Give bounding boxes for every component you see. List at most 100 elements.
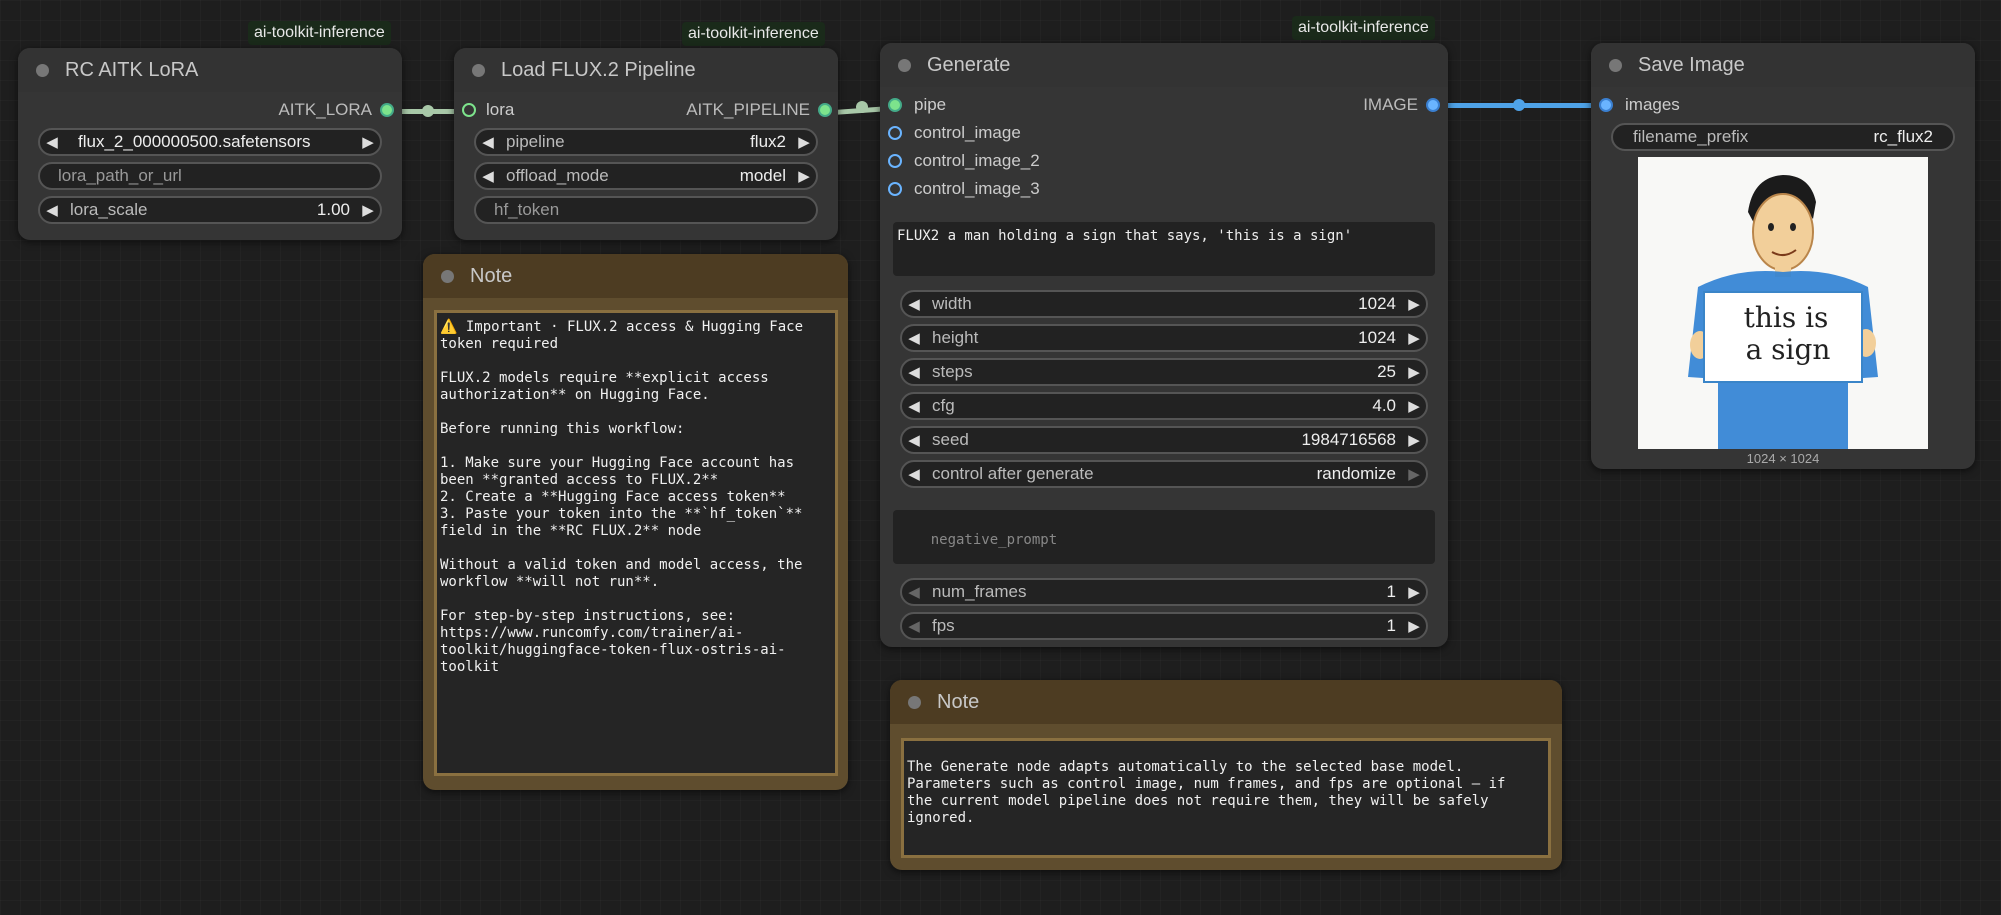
note-node-2[interactable]: Note The Generate node adapts automatica… xyxy=(890,680,1562,870)
input-dot-icon[interactable] xyxy=(888,126,902,140)
input-control-image[interactable]: control_image xyxy=(888,123,1021,143)
offload-select[interactable]: ◀ offload_mode model ▶ xyxy=(474,162,818,190)
steps-widget[interactable]: ◀ steps 25 ▶ xyxy=(900,358,1428,386)
input-pipe[interactable]: pipe xyxy=(888,95,946,115)
height-widget[interactable]: ◀ height 1024 ▶ xyxy=(900,324,1428,352)
num-frames-label: num_frames xyxy=(932,582,1027,601)
right-arrow-icon[interactable]: ▶ xyxy=(1402,431,1426,449)
note-1-title: Note xyxy=(470,264,513,287)
lora-file-select[interactable]: ◀ flux_2_000000500.safetensors ▶ xyxy=(38,128,382,156)
input-control-image-2[interactable]: control_image_2 xyxy=(888,151,1040,171)
left-arrow-icon[interactable]: ◀ xyxy=(902,329,926,347)
lora-scale-widget[interactable]: ◀ lora_scale 1.00 ▶ xyxy=(38,196,382,224)
collapse-dot-icon[interactable] xyxy=(441,269,454,283)
control-after-generate-value: randomize xyxy=(1316,464,1396,483)
cfg-widget[interactable]: ◀ cfg 4.0 ▶ xyxy=(900,392,1428,420)
right-arrow-icon[interactable]: ▶ xyxy=(1402,397,1426,415)
lora-node-header[interactable]: RC AITK LoRA xyxy=(18,48,402,92)
seed-widget[interactable]: ◀ seed 1984716568 ▶ xyxy=(900,426,1428,454)
collapse-dot-icon[interactable] xyxy=(1609,58,1622,72)
input-dot-icon[interactable] xyxy=(462,103,476,117)
save-image-header[interactable]: Save Image xyxy=(1591,43,1975,87)
input-dot-icon[interactable] xyxy=(888,98,902,112)
save-image-node[interactable]: Save Image images filename_prefix rc_flu… xyxy=(1591,43,1975,469)
pipeline-node[interactable]: Load FLUX.2 Pipeline lora AITK_PIPELINE … xyxy=(454,48,838,240)
note-1-header[interactable]: Note xyxy=(423,254,848,298)
left-arrow-icon[interactable]: ◀ xyxy=(902,363,926,381)
right-arrow-icon[interactable]: ▶ xyxy=(1402,465,1426,483)
negative-prompt-textarea[interactable]: negative_prompt xyxy=(893,510,1435,564)
collapse-dot-icon[interactable] xyxy=(36,63,49,77)
link-lora-reroute[interactable] xyxy=(422,105,434,117)
link-pipeline-reroute[interactable] xyxy=(856,101,868,113)
input-dot-icon[interactable] xyxy=(1599,98,1613,112)
left-arrow-icon[interactable]: ◀ xyxy=(40,201,64,219)
output-image[interactable]: IMAGE xyxy=(1363,95,1440,115)
left-arrow-icon[interactable]: ◀ xyxy=(902,465,926,483)
pipeline-label: pipeline xyxy=(506,132,565,151)
output-dot-icon[interactable] xyxy=(818,103,832,117)
input-label: pipe xyxy=(914,95,947,114)
control-after-generate-select[interactable]: ◀ control after generate randomize ▶ xyxy=(900,460,1428,488)
lora-path-input[interactable]: lora_path_or_url xyxy=(38,162,382,190)
output-dot-icon[interactable] xyxy=(1426,98,1440,112)
output-image-preview[interactable]: this is a sign xyxy=(1638,157,1928,449)
left-arrow-icon[interactable]: ◀ xyxy=(40,133,64,151)
collapse-dot-icon[interactable] xyxy=(908,695,921,709)
output-dot-icon[interactable] xyxy=(380,103,394,117)
input-dot-icon[interactable] xyxy=(888,182,902,196)
image-size-label: 1024 × 1024 xyxy=(1746,451,1820,466)
right-arrow-icon[interactable]: ▶ xyxy=(792,167,816,185)
input-dot-icon[interactable] xyxy=(888,154,902,168)
input-control-image-3[interactable]: control_image_3 xyxy=(888,179,1040,199)
prompt-textarea[interactable]: FLUX2 a man holding a sign that says, 't… xyxy=(893,222,1435,276)
num-frames-value: 1 xyxy=(1386,582,1396,601)
pipeline-node-title: Load FLUX.2 Pipeline xyxy=(501,58,696,81)
right-arrow-icon[interactable]: ▶ xyxy=(1402,363,1426,381)
right-arrow-icon[interactable]: ▶ xyxy=(356,133,380,151)
pipeline-select[interactable]: ◀ pipeline flux2 ▶ xyxy=(474,128,818,156)
generate-node-header[interactable]: Generate xyxy=(880,43,1448,87)
right-arrow-icon[interactable]: ▶ xyxy=(356,201,380,219)
filename-prefix-input[interactable]: filename_prefix rc_flux2 xyxy=(1611,123,1955,151)
left-arrow-icon[interactable]: ◀ xyxy=(902,397,926,415)
cfg-value: 4.0 xyxy=(1372,396,1396,415)
num-frames-widget[interactable]: ◀ num_frames 1 ▶ xyxy=(900,578,1428,606)
left-arrow-icon[interactable]: ◀ xyxy=(476,133,500,151)
fps-value: 1 xyxy=(1386,616,1396,635)
input-lora[interactable]: lora xyxy=(462,100,514,120)
hf-token-input[interactable]: hf_token xyxy=(474,196,818,224)
left-arrow-icon[interactable]: ◀ xyxy=(902,295,926,313)
note-1-text[interactable]: ⚠️ Important · FLUX.2 access & Hugging F… xyxy=(434,310,838,776)
note-2-header[interactable]: Note xyxy=(890,680,1562,724)
output-aitk-pipeline[interactable]: AITK_PIPELINE xyxy=(686,100,832,120)
generate-node[interactable]: Generate pipe control_image control_imag… xyxy=(880,43,1448,647)
height-label: height xyxy=(932,328,979,347)
right-arrow-icon[interactable]: ▶ xyxy=(1402,583,1426,601)
right-arrow-icon[interactable]: ▶ xyxy=(1402,295,1426,313)
right-arrow-icon[interactable]: ▶ xyxy=(792,133,816,151)
node-badge-generate: ai-toolkit-inference xyxy=(1292,16,1435,40)
generated-image: this is a sign xyxy=(1638,157,1928,449)
right-arrow-icon[interactable]: ▶ xyxy=(1402,329,1426,347)
pipeline-node-header[interactable]: Load FLUX.2 Pipeline xyxy=(454,48,838,92)
offload-value: model xyxy=(739,166,786,185)
left-arrow-icon[interactable]: ◀ xyxy=(902,583,926,601)
lora-node[interactable]: RC AITK LoRA AITK_LORA ◀ flux_2_00000050… xyxy=(18,48,402,240)
link-image-reroute[interactable] xyxy=(1513,99,1525,111)
seed-label: seed xyxy=(932,430,969,449)
left-arrow-icon[interactable]: ◀ xyxy=(902,617,926,635)
note-2-text[interactable]: The Generate node adapts automatically t… xyxy=(901,738,1551,858)
left-arrow-icon[interactable]: ◀ xyxy=(902,431,926,449)
collapse-dot-icon[interactable] xyxy=(472,63,485,77)
width-widget[interactable]: ◀ width 1024 ▶ xyxy=(900,290,1428,318)
collapse-dot-icon[interactable] xyxy=(898,58,911,72)
fps-widget[interactable]: ◀ fps 1 ▶ xyxy=(900,612,1428,640)
output-aitk-lora[interactable]: AITK_LORA xyxy=(278,100,394,120)
node-badge-lora: ai-toolkit-inference xyxy=(248,21,391,45)
right-arrow-icon[interactable]: ▶ xyxy=(1402,617,1426,635)
input-images[interactable]: images xyxy=(1599,95,1680,115)
fps-label: fps xyxy=(932,616,955,635)
left-arrow-icon[interactable]: ◀ xyxy=(476,167,500,185)
note-node-1[interactable]: Note ⚠️ Important · FLUX.2 access & Hugg… xyxy=(423,254,848,790)
